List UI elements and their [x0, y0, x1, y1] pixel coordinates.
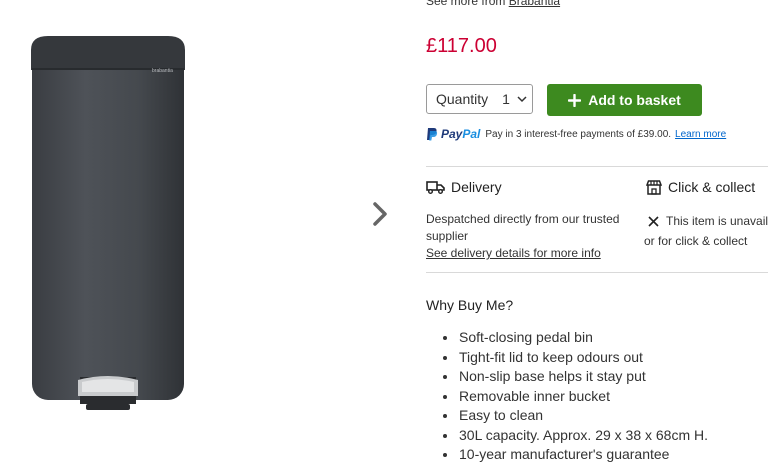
list-item: Non-slip base helps it stay put	[458, 367, 708, 387]
delivery-line-1: Despatched directly from our trusted	[426, 212, 620, 226]
list-item: 10-year manufacturer's guarantee	[458, 445, 708, 465]
product-price: £117.00	[426, 35, 497, 57]
delivery-text: Despatched directly from our trusted sup…	[426, 211, 619, 262]
collect-line-1: This item is unavaila	[666, 214, 768, 228]
quantity-label: Quantity	[436, 91, 489, 107]
delivery-title: Delivery	[451, 179, 502, 195]
product-image: brabantia	[31, 36, 185, 410]
collect-title-row: Click & collect	[646, 179, 755, 195]
divider-top	[426, 166, 768, 167]
brand-label: brabantia	[152, 68, 173, 74]
why-buy-list: Soft-closing pedal bin Tight-fit lid to …	[426, 328, 708, 465]
paypal-text: Pay in 3 interest-free payments of £39.0…	[485, 128, 672, 140]
paypal-banner: PayPal Pay in 3 interest-free payments o…	[426, 127, 726, 141]
list-item: Removable inner bucket	[458, 387, 708, 407]
divider-bottom	[426, 272, 768, 273]
brand-link[interactable]: Brabantia	[509, 0, 560, 8]
paypal-logo-icon	[427, 128, 438, 141]
list-item: Tight-fit lid to keep odours out	[458, 348, 708, 368]
list-item: 30L capacity. Approx. 29 x 38 x 68cm H.	[458, 426, 708, 446]
quantity-select[interactable]: Quantity 1	[426, 84, 533, 114]
add-to-basket-label: Add to basket	[588, 92, 681, 108]
paypal-word-pay: Pay	[441, 127, 463, 141]
next-image-arrow-icon[interactable]	[370, 200, 392, 228]
close-icon	[648, 216, 659, 227]
quantity-value: 1	[502, 91, 510, 107]
why-buy-title: Why Buy Me?	[426, 297, 514, 313]
collect-title: Click & collect	[668, 179, 756, 195]
delivery-line-2: supplier	[426, 229, 469, 243]
paypal-word-pal: Pal	[462, 127, 481, 141]
see-more-brand: See more from Brabantia	[426, 0, 560, 8]
delivery-details-link[interactable]: See delivery details for more info	[426, 246, 601, 260]
collect-text: This item is unavaila or for click & col…	[644, 213, 768, 250]
paypal-wordmark: PayPal	[441, 127, 480, 141]
truck-icon	[426, 181, 445, 194]
list-item: Easy to clean	[458, 406, 708, 426]
chevron-down-icon	[517, 96, 527, 103]
list-item: Soft-closing pedal bin	[458, 328, 708, 348]
plus-icon	[568, 93, 582, 107]
delivery-title-row: Delivery	[426, 179, 502, 195]
collect-line-2: or for click & collect	[644, 234, 748, 248]
see-more-prefix: See more from	[426, 0, 506, 8]
learn-more-link[interactable]: Learn more	[675, 129, 726, 140]
add-to-basket-button[interactable]: Add to basket	[547, 84, 702, 116]
store-icon	[646, 179, 662, 195]
